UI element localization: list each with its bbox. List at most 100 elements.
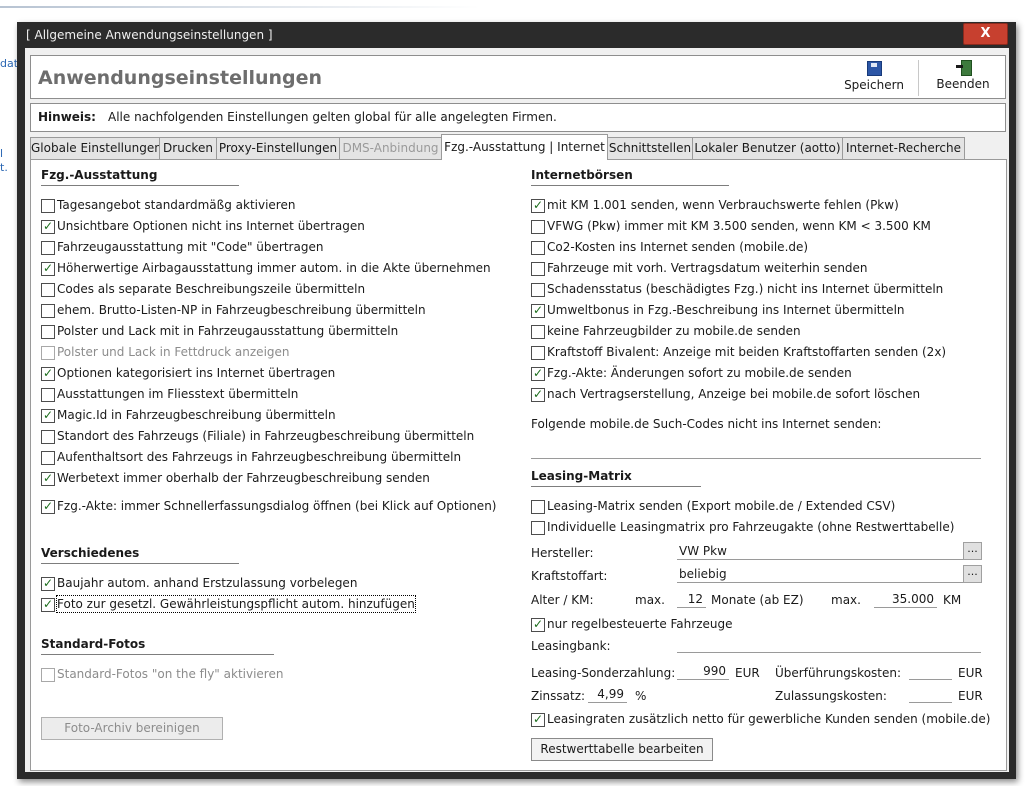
checkbox-label: Co2-Kosten ins Internet senden (mobile.d… <box>547 240 809 254</box>
tab-fzg-ausstattung-internet[interactable]: Fzg.-Ausstattung | Internet <box>441 134 608 160</box>
tab-lokaler-benutzer[interactable]: Lokaler Benutzer (aotto) <box>692 137 843 159</box>
checkbox-label: ehem. Brutto-Listen-NP in Fahrzeugbeschr… <box>57 303 426 317</box>
checkbox-checked-icon[interactable] <box>41 407 55 423</box>
checkbox-checked-icon[interactable] <box>531 365 545 381</box>
zinssatz-label: Zinssatz: <box>531 689 586 703</box>
zulassung-input[interactable] <box>909 686 952 703</box>
kraftstoff-label: Kraftstoffart: <box>531 569 608 583</box>
checkbox-unchecked-icon[interactable] <box>41 430 55 444</box>
tab-globale-einstellungen[interactable]: Globale Einstellungen <box>30 137 162 159</box>
window-title: [ Allgemeine Anwendungseinstellungen ] <box>26 28 273 42</box>
section-title-internetboersen: Internetbörsen <box>531 168 729 186</box>
checkbox-unchecked-icon[interactable] <box>531 262 545 276</box>
checkbox-unchecked-icon[interactable] <box>41 283 55 297</box>
checkbox-unchecked-icon[interactable] <box>41 304 55 318</box>
background-text-fragment: dat <box>0 57 19 70</box>
kraftstoff-browse-button[interactable]: ... <box>963 565 982 583</box>
title-bar[interactable]: [ Allgemeine Anwendungseinstellungen ] X <box>17 22 1016 48</box>
checkbox-unchecked-icon[interactable] <box>531 241 545 255</box>
tab-dms-anbindung: DMS-Anbindung <box>339 137 442 159</box>
tab-panel: Fzg.-Ausstattung Tagesangebot standardmä… <box>30 159 1007 771</box>
max-km-label: max. <box>831 593 861 607</box>
checkbox-label: Codes als separate Beschreibungszeile üb… <box>57 282 366 296</box>
checkbox-unchecked-icon <box>41 668 55 682</box>
sonderzahlung-input[interactable]: 990 <box>677 663 729 680</box>
checkbox-unchecked-icon[interactable] <box>41 199 55 213</box>
section-title-leasing-matrix: Leasing-Matrix <box>531 469 701 487</box>
alter-input[interactable]: 12 <box>677 591 706 608</box>
checkbox-unchecked-icon[interactable] <box>531 500 545 514</box>
checkbox-unchecked-icon[interactable] <box>41 325 55 339</box>
checkbox-unchecked-icon[interactable] <box>41 451 55 465</box>
checkbox-checked-icon[interactable] <box>41 498 55 514</box>
leasingbank-field[interactable] <box>677 636 981 653</box>
section-title-verschiedenes: Verschiedenes <box>41 546 239 564</box>
hersteller-browse-button[interactable]: ... <box>963 542 982 560</box>
ueberfuehrung-label: Überführungskosten: <box>775 666 902 680</box>
kraftstoff-field[interactable]: beliebig <box>677 566 963 583</box>
checkbox-label: Fzg.-Akte: immer Schnellerfassungsdialog… <box>57 499 497 513</box>
checkbox-label: mit KM 1.001 senden, wenn Verbrauchswert… <box>547 198 899 212</box>
hint-label: Hinweis: <box>38 110 96 124</box>
zinssatz-input[interactable]: 4,99 <box>588 686 627 703</box>
save-button[interactable]: Speichern <box>831 56 917 98</box>
checkbox-label: Polster und Lack mit in Fahrzeugausstatt… <box>57 324 399 338</box>
hersteller-label: Hersteller: <box>531 546 594 560</box>
checkbox-checked-icon[interactable] <box>531 711 545 727</box>
ueberfuehrung-input[interactable] <box>909 663 952 680</box>
checkbox-unchecked-icon[interactable] <box>531 325 545 339</box>
checkbox-checked-icon[interactable] <box>41 260 55 276</box>
checkbox-checked-icon[interactable] <box>531 616 545 632</box>
checkbox-checked-icon[interactable] <box>531 386 545 402</box>
leasingbank-label: Leasingbank: <box>531 639 611 653</box>
save-button-label: Speichern <box>844 78 904 92</box>
checkbox-unchecked-icon[interactable] <box>41 241 55 255</box>
checkbox-label: Aufenthaltsort des Fahrzeugs in Fahrzeug… <box>57 450 462 464</box>
checkbox-checked-icon[interactable] <box>531 302 545 318</box>
checkbox-label: Magic.Id in Fahrzeugbeschreibung übermit… <box>57 408 336 422</box>
checkbox-label: Unsichtbare Optionen nicht ins Internet … <box>57 219 365 233</box>
such-codes-input[interactable] <box>531 442 981 459</box>
ueberfuehrung-currency: EUR <box>958 666 983 680</box>
floppy-disk-icon <box>866 61 882 76</box>
km-input[interactable]: 35.000 <box>874 591 937 608</box>
foto-archiv-button: Foto-Archiv bereinigen <box>41 717 223 740</box>
checkbox-unchecked-icon[interactable] <box>531 220 545 234</box>
checkbox-label: Foto zur gesetzl. Gewährleistungspflicht… <box>56 595 416 613</box>
checkbox-unchecked-icon[interactable] <box>41 388 55 402</box>
checkbox-checked-icon[interactable] <box>41 365 55 381</box>
checkbox-checked-icon[interactable] <box>41 596 55 612</box>
checkbox-unchecked-icon[interactable] <box>531 521 545 535</box>
checkbox-unchecked-icon[interactable] <box>531 283 545 297</box>
max-label: max. <box>635 593 665 607</box>
tab-internet-recherche[interactable]: Internet-Recherche <box>842 137 965 159</box>
checkbox-label: Fahrzeuge mit vorh. Vertragsdatum weiter… <box>547 261 868 275</box>
alter-km-label: Alter / KM: <box>531 593 594 607</box>
checkbox-label: VFWG (Pkw) immer mit KM 3.500 senden, we… <box>547 219 931 233</box>
close-button[interactable]: X <box>963 23 1008 45</box>
background-text-fragment: t. <box>0 161 8 174</box>
zulassung-label: Zulassungskosten: <box>775 689 887 703</box>
checkbox-checked-icon[interactable] <box>41 470 55 486</box>
zulassung-currency: EUR <box>958 689 983 703</box>
tab-schnittstellen[interactable]: Schnittstellen <box>607 137 693 159</box>
checkbox-checked-icon[interactable] <box>531 197 545 213</box>
hint-text: Alle nachfolgenden Einstellungen gelten … <box>108 110 557 124</box>
exit-button-label: Beenden <box>936 77 990 91</box>
checkbox-checked-icon[interactable] <box>41 575 55 591</box>
checkbox-checked-icon[interactable] <box>41 218 55 234</box>
checkbox-label: Optionen kategorisiert ins Internet über… <box>57 366 336 380</box>
tab-proxy-einstellungen[interactable]: Proxy-Einstellungen <box>216 137 340 159</box>
checkbox-unchecked-icon[interactable] <box>531 346 545 360</box>
exit-button[interactable]: Beenden <box>921 56 1005 98</box>
sonderzahlung-currency: EUR <box>735 666 760 680</box>
checkbox-label: Standort des Fahrzeugs (Filiale) in Fahr… <box>57 429 475 443</box>
checkbox-label: Standard-Fotos "on the fly" aktivieren <box>57 667 284 681</box>
checkbox-label: keine Fahrzeugbilder zu mobile.de senden <box>547 324 801 338</box>
hersteller-field[interactable]: VW Pkw <box>677 543 963 560</box>
settings-dialog: [ Allgemeine Anwendungseinstellungen ] X… <box>17 22 1016 779</box>
restwerttabelle-button[interactable]: Restwerttabelle bearbeiten <box>531 738 713 761</box>
such-codes-label: Folgende mobile.de Such-Codes nicht ins … <box>531 417 882 431</box>
background-divider <box>0 6 480 8</box>
tab-drucken[interactable]: Drucken <box>159 137 217 159</box>
